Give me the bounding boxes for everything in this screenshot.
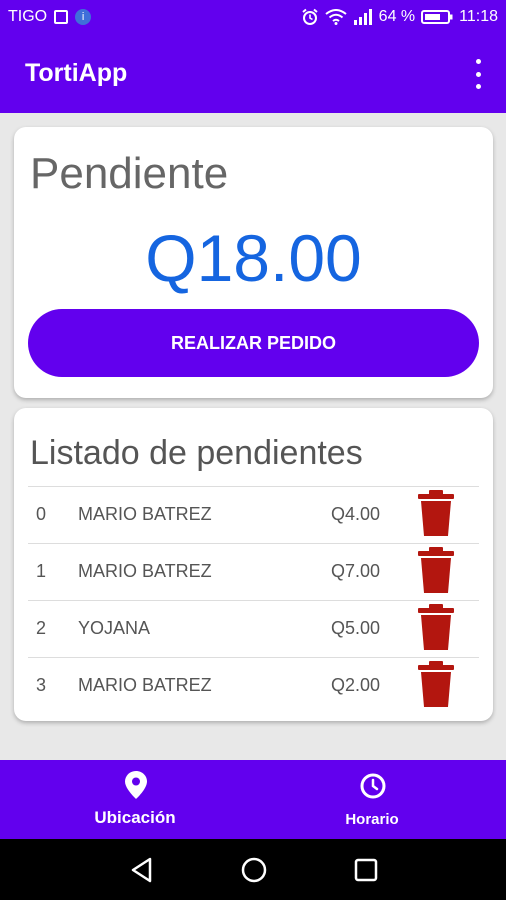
item-amount: Q5.00 bbox=[331, 618, 381, 638]
list-item: 1 MARIO BATREZ Q7.00 bbox=[28, 543, 479, 600]
item-name: MARIO BATREZ bbox=[78, 561, 212, 581]
item-name: MARIO BATREZ bbox=[78, 675, 212, 695]
nav-label-location: Ubicación bbox=[94, 808, 176, 827]
item-name: MARIO BATREZ bbox=[78, 504, 212, 524]
item-amount: Q2.00 bbox=[331, 675, 381, 695]
item-index: 3 bbox=[36, 675, 47, 695]
item-amount: Q4.00 bbox=[331, 504, 381, 524]
list-item: 3 MARIO BATREZ Q2.00 bbox=[28, 657, 479, 714]
image-notification-icon bbox=[54, 10, 69, 24]
bottom-navigation: Ubicación Horario bbox=[0, 760, 506, 839]
recents-icon[interactable] bbox=[352, 856, 380, 884]
pending-amount: Q18.00 bbox=[145, 221, 362, 295]
list-item: 2 YOJANA Q5.00 bbox=[28, 600, 479, 657]
item-amount: Q7.00 bbox=[331, 561, 381, 581]
app-bar: TortiApp bbox=[0, 35, 506, 113]
system-navigation-bar bbox=[0, 839, 506, 900]
item-index: 2 bbox=[36, 618, 47, 638]
pending-list: 0 MARIO BATREZ Q4.00 1 MARIO BATREZ Q7.0… bbox=[28, 486, 479, 714]
nav-item-location[interactable]: Ubicación bbox=[35, 760, 235, 839]
pending-card: Pendiente Q18.00 REALIZAR PEDIDO bbox=[14, 127, 493, 398]
more-vert-icon[interactable] bbox=[466, 59, 490, 89]
nav-item-schedule[interactable]: Horario bbox=[272, 760, 472, 839]
item-name: YOJANA bbox=[78, 618, 151, 638]
trash-icon[interactable] bbox=[416, 547, 456, 595]
pending-label: Pendiente bbox=[30, 149, 229, 198]
carrier-label: TIGO bbox=[8, 8, 48, 25]
app-title: TortiApp bbox=[25, 59, 128, 87]
home-icon[interactable] bbox=[240, 856, 268, 884]
wifi-icon bbox=[325, 9, 347, 25]
list-item: 0 MARIO BATREZ Q4.00 bbox=[28, 486, 479, 543]
item-index: 0 bbox=[36, 504, 47, 524]
clock-time: 11:18 bbox=[459, 8, 498, 25]
item-index: 1 bbox=[36, 561, 47, 581]
clock-icon bbox=[360, 773, 386, 799]
signal-icon bbox=[353, 9, 372, 25]
list-title: Listado de pendientes bbox=[30, 434, 363, 472]
trash-icon[interactable] bbox=[416, 604, 456, 652]
info-notification-icon: i bbox=[75, 9, 92, 25]
battery-percent: 64 % bbox=[378, 8, 416, 25]
trash-icon[interactable] bbox=[416, 661, 456, 709]
battery-icon bbox=[421, 10, 453, 24]
status-bar: TIGO i 64 % 11:18 bbox=[0, 0, 506, 35]
place-order-button[interactable]: REALIZAR PEDIDO bbox=[28, 309, 479, 377]
trash-icon[interactable] bbox=[416, 490, 456, 538]
pending-list-card: Listado de pendientes 0 MARIO BATREZ Q4.… bbox=[14, 408, 493, 721]
nav-label-schedule: Horario bbox=[345, 811, 399, 828]
back-icon[interactable] bbox=[128, 856, 156, 884]
alarm-icon bbox=[302, 8, 318, 25]
location-pin-icon bbox=[125, 771, 147, 799]
